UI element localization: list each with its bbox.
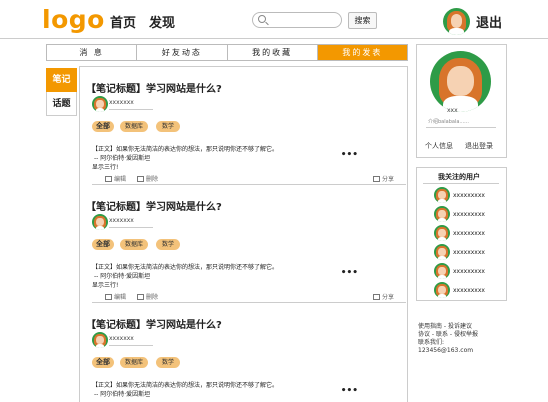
profile-name: xxx	[447, 107, 458, 114]
author-name[interactable]: xxxxxxx	[109, 335, 134, 342]
share-label: 分享	[382, 176, 395, 183]
divider	[109, 109, 153, 110]
tag-math[interactable]: 数学	[156, 239, 180, 250]
footer-contact-label: 联系我们:	[418, 339, 445, 346]
main-tabs: 消 息 好友动态 我的收藏 我的发表	[46, 44, 408, 61]
author-avatar[interactable]	[92, 214, 108, 230]
share-button[interactable]: 分享	[373, 292, 394, 301]
more-options-icon[interactable]: •••	[341, 150, 358, 160]
post-body-quote: -- 阿尔伯特·爱因斯坦	[94, 391, 151, 398]
post-body: 【正文】如果你无法简洁的表达你的想法，那只说明你还不够了解它。 -- 阿尔伯特·…	[92, 381, 278, 399]
divider	[109, 227, 153, 228]
edit-label: 编辑	[114, 176, 127, 183]
tag-all[interactable]: 全部	[92, 121, 114, 132]
more-options-icon[interactable]: •••	[341, 268, 358, 278]
logout-link[interactable]: 退出登录	[465, 141, 493, 151]
edit-label: 编辑	[114, 294, 127, 301]
tag-math[interactable]: 数学	[156, 357, 180, 368]
edit-button[interactable]: 编辑	[105, 292, 126, 301]
followed-user-avatar[interactable]	[434, 263, 450, 279]
site-logo[interactable]: logo	[42, 5, 105, 34]
followed-user-name[interactable]: xxxxxxxxx	[453, 211, 485, 218]
divider	[109, 345, 153, 346]
post-body-quote: -- 阿尔伯特·爱因斯坦	[94, 155, 151, 162]
post-card: 【笔记标题】学习网站是什么? xxxxxxx 全部 数据库 数学 【正文】如果你…	[79, 302, 408, 402]
author-name[interactable]: xxxxxxx	[109, 217, 134, 224]
followed-user-name[interactable]: xxxxxxxxx	[453, 192, 485, 199]
post-title[interactable]: 【笔记标题】学习网站是什么?	[86, 80, 222, 95]
post-body-line: 【正文】如果你无法简洁的表达你的想法，那只说明你还不够了解它。	[92, 146, 279, 153]
tag-database[interactable]: 数据库	[120, 121, 148, 132]
post-card: 【笔记标题】学习网站是什么? xxxxxxx 全部 数据库 数学 【正文】如果你…	[79, 66, 408, 190]
profile-avatar[interactable]	[430, 51, 491, 112]
more-options-icon[interactable]: •••	[341, 386, 358, 396]
search-input[interactable]	[252, 12, 342, 28]
post-body: 【正文】如果你无法简洁的表达你的想法，那只说明你还不够了解它。 -- 阿尔伯特·…	[92, 145, 278, 172]
site-footer: 使用指南 - 投诉建议 协议 - 联系 - 侵权举报 联系我们: 123456@…	[418, 323, 478, 355]
share-label: 分享	[382, 294, 395, 301]
delete-button[interactable]: 删除	[137, 292, 158, 301]
header-avatar[interactable]	[443, 8, 470, 35]
personal-info-link[interactable]: 个人信息	[425, 141, 453, 151]
profile-intro: 介绍balabala......	[428, 119, 469, 125]
followed-user-name[interactable]: xxxxxxxxx	[453, 230, 485, 237]
author-avatar[interactable]	[92, 332, 108, 348]
post-body-line: 【正文】如果你无法简洁的表达你的想法，那只说明你还不够了解它。	[92, 264, 279, 271]
footer-policy-links[interactable]: 协议 - 联系 - 侵权举报	[418, 331, 478, 339]
edit-button[interactable]: 编辑	[105, 174, 126, 183]
search-icon	[258, 15, 266, 23]
author-name[interactable]: xxxxxxx	[109, 99, 134, 106]
share-button[interactable]: 分享	[373, 174, 394, 183]
following-title: 我关注的用户	[438, 173, 480, 181]
tab-my-posts[interactable]: 我的发表	[317, 45, 407, 60]
post-body: 【正文】如果你无法简洁的表达你的想法，那只说明你还不够了解它。 -- 阿尔伯特·…	[92, 263, 278, 290]
delete-icon	[137, 294, 144, 300]
search-button[interactable]: 搜索	[348, 12, 377, 29]
followed-user-name[interactable]: xxxxxxxxx	[453, 268, 485, 275]
delete-button[interactable]: 删除	[137, 174, 158, 183]
divider	[426, 127, 496, 128]
tab-messages[interactable]: 消 息	[47, 45, 138, 60]
nav-home[interactable]: 首页	[110, 12, 136, 31]
delete-icon	[137, 176, 144, 182]
followed-user-avatar[interactable]	[434, 282, 450, 298]
side-tab-topics[interactable]: 话题	[46, 92, 77, 116]
post-body-more: 显示三行!	[92, 282, 119, 289]
edit-icon	[105, 294, 112, 300]
post-card: 【笔记标题】学习网站是什么? xxxxxxx 全部 数据库 数学 【正文】如果你…	[79, 184, 408, 308]
footer-guide-links[interactable]: 使用指南 - 投诉建议	[418, 323, 478, 331]
tag-database[interactable]: 数据库	[120, 357, 148, 368]
share-icon	[373, 294, 380, 300]
tag-database[interactable]: 数据库	[120, 239, 148, 250]
followed-user-avatar[interactable]	[434, 244, 450, 260]
share-icon	[373, 176, 380, 182]
side-tab-notes[interactable]: 笔记	[46, 68, 77, 92]
post-title[interactable]: 【笔记标题】学习网站是什么?	[86, 198, 222, 213]
followed-user-name[interactable]: xxxxxxxxx	[453, 287, 485, 294]
followed-user-name[interactable]: xxxxxxxxx	[453, 249, 485, 256]
divider	[423, 183, 499, 184]
delete-label: 删除	[146, 176, 159, 183]
post-body-more: 显示三行!	[92, 164, 119, 171]
footer-contact-email[interactable]: 123456@163.com	[418, 347, 478, 355]
post-body-line: 【正文】如果你无法简洁的表达你的想法，那只说明你还不够了解它。	[92, 382, 279, 389]
tag-all[interactable]: 全部	[92, 357, 114, 368]
followed-user-avatar[interactable]	[434, 225, 450, 241]
tag-all[interactable]: 全部	[92, 239, 114, 250]
post-title[interactable]: 【笔记标题】学习网站是什么?	[86, 316, 222, 331]
followed-user-avatar[interactable]	[434, 187, 450, 203]
tab-favorites[interactable]: 我的收藏	[228, 45, 318, 60]
tab-friend-feed[interactable]: 好友动态	[137, 45, 228, 60]
header-logout-button[interactable]: 退出	[476, 12, 502, 31]
tag-math[interactable]: 数学	[156, 121, 180, 132]
edit-icon	[105, 176, 112, 182]
post-body-quote: -- 阿尔伯特·爱因斯坦	[94, 273, 151, 280]
delete-label: 删除	[146, 294, 159, 301]
followed-user-avatar[interactable]	[434, 206, 450, 222]
nav-discover[interactable]: 发现	[149, 12, 175, 31]
author-avatar[interactable]	[92, 96, 108, 112]
